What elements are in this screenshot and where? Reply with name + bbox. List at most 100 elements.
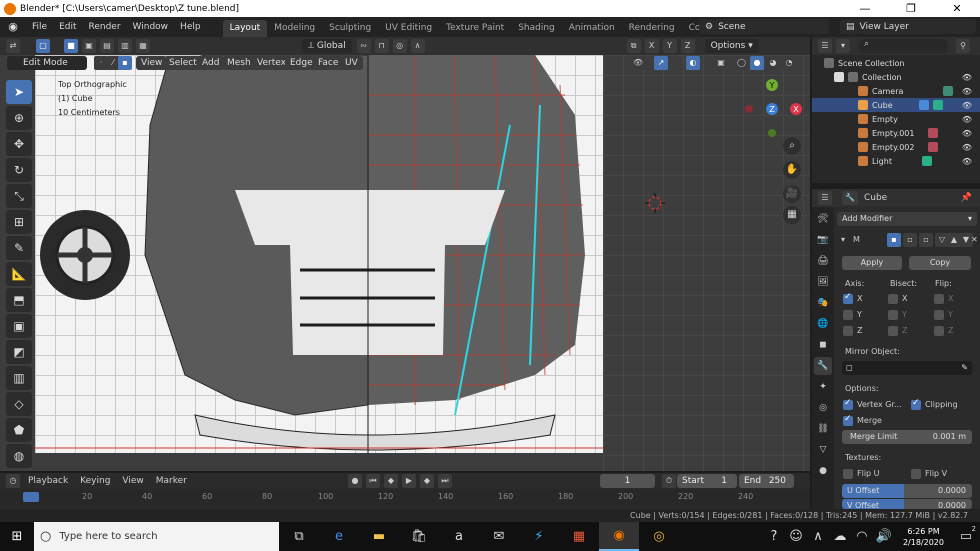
mirror-options-icon[interactable]: ⧉ (626, 39, 641, 53)
poly-build-tool-icon[interactable]: ⬟ (6, 418, 32, 442)
outliner-item-cube[interactable]: Cube 👁 (812, 98, 980, 112)
menu-add[interactable]: Add (197, 56, 225, 70)
bisect-z-checkbox[interactable] (888, 326, 898, 336)
file-explorer-icon[interactable]: ▬ (359, 522, 399, 551)
tab-output-icon[interactable]: 🖨 (814, 252, 832, 270)
store-icon[interactable]: 🛍 (399, 522, 439, 551)
app-icon[interactable]: ⚡ (519, 522, 559, 551)
select-mode-invert-icon[interactable]: ▥ (118, 39, 132, 53)
filter-display-icon[interactable]: ▾ (836, 39, 850, 53)
proportional-edit-icon[interactable]: ◎ (392, 39, 407, 53)
wifi-icon[interactable]: ◠ (851, 522, 873, 551)
playhead[interactable] (23, 492, 39, 502)
u-offset-field[interactable]: U Offset 0.0000 (842, 484, 972, 498)
show-in-editmode-icon[interactable]: ▪ (887, 233, 901, 247)
checkbox-icon[interactable] (834, 72, 844, 82)
properties-editor-icon[interactable]: ☰ (818, 191, 832, 205)
clipping-checkbox[interactable] (911, 398, 921, 410)
chrome-icon[interactable]: ◎ (639, 522, 679, 551)
menu-uv[interactable]: UV (340, 56, 363, 70)
xray-toggle-icon[interactable]: ▣ (714, 56, 728, 70)
3d-viewport[interactable]: Top Orthographic (1) Cube 10 Centimeters (0, 55, 810, 471)
tab-constraints-icon[interactable]: ⛓ (814, 420, 832, 438)
menu-marker[interactable]: Marker (150, 476, 193, 486)
rendered-shading-icon[interactable]: ◔ (782, 56, 796, 70)
flip-y-checkbox[interactable] (934, 310, 944, 320)
timeline-editor-icon[interactable]: ◷ (6, 474, 20, 488)
mesh-data-icon[interactable] (932, 100, 943, 110)
chevron-up-icon[interactable]: ∧ (807, 522, 829, 551)
notifications-icon[interactable]: ▭ 2 (952, 522, 980, 551)
gizmo-toggle-icon[interactable]: ↗ (654, 56, 668, 70)
tab-material-icon[interactable]: ● (814, 462, 832, 480)
eye-icon[interactable]: 👁 (962, 87, 972, 96)
tab-shading[interactable]: Shading (511, 20, 562, 37)
stopwatch-icon[interactable]: ⏱ (662, 474, 676, 488)
select-mode-new-icon[interactable]: ■ (64, 39, 78, 53)
flip-v-checkbox[interactable] (911, 469, 921, 479)
ortho-toggle-icon[interactable]: ▦ (783, 206, 801, 224)
add-modifier-dropdown[interactable]: Add Modifier ▾ (837, 212, 977, 226)
move-tool-icon[interactable]: ✥ (6, 132, 32, 156)
bisect-x-checkbox[interactable] (888, 294, 898, 304)
annotate-tool-icon[interactable]: ✎ (6, 236, 32, 260)
outliner-item-light[interactable]: Light 👁 (812, 154, 980, 168)
tab-world-icon[interactable]: 🌐 (814, 315, 832, 333)
outliner-item-empty-002[interactable]: Empty.002 👁 (812, 140, 980, 154)
extrude-tool-icon[interactable]: ⬒ (6, 288, 32, 312)
view-layer-selector[interactable]: ▤ View Layer (840, 19, 976, 34)
eye-icon[interactable]: 👁 (962, 101, 972, 110)
menu-edit[interactable]: Edit (53, 22, 82, 32)
tab-modifiers-icon[interactable]: 🔧 (814, 357, 832, 375)
transform-orientation-dropdown[interactable]: ⟂ Global (302, 39, 352, 53)
prev-key-icon[interactable]: ◆ (384, 474, 398, 488)
merge-checkbox[interactable] (843, 414, 853, 426)
copy-button[interactable]: Copy (909, 256, 971, 270)
mode-selector[interactable]: Edit Mode (7, 56, 87, 70)
eye-icon[interactable]: 👁 (962, 143, 972, 152)
menu-help[interactable]: Help (174, 22, 207, 32)
loop-cut-tool-icon[interactable]: ▥ (6, 366, 32, 390)
taskbar-search-box[interactable]: ○ Type here to search (34, 522, 279, 551)
tab-animation[interactable]: Animation (562, 20, 622, 37)
select-tool-icon[interactable]: ➤ (6, 80, 32, 104)
people-icon[interactable]: ☺ (785, 522, 807, 551)
scale-tool-icon[interactable]: ⤡ (6, 184, 32, 208)
jump-end-icon[interactable]: ⏭ (438, 474, 452, 488)
camera-data-icon[interactable] (943, 86, 954, 96)
eye-icon[interactable]: 👁 (962, 157, 972, 166)
show-in-viewport-icon[interactable]: ▫ (903, 233, 917, 247)
overlays-toggle-icon[interactable]: ◐ (686, 56, 700, 70)
visibility-icon[interactable]: 👁 (630, 56, 647, 70)
amazon-icon[interactable]: a (439, 522, 479, 551)
menu-file[interactable]: File (26, 22, 53, 32)
inset-tool-icon[interactable]: ▣ (6, 314, 32, 338)
mail-icon[interactable]: ✉ (479, 522, 519, 551)
menu-timeline-view[interactable]: View (116, 476, 149, 486)
snap-icon[interactable]: ⊓ (374, 39, 389, 53)
start-frame-field[interactable]: Start 1 (677, 474, 737, 488)
eye-icon[interactable]: 👁 (962, 73, 972, 82)
tab-particles-icon[interactable]: ✦ (814, 378, 832, 396)
record-icon[interactable]: ● (348, 474, 362, 488)
menu-window[interactable]: Window (127, 22, 175, 32)
eyedropper-icon[interactable]: ✎ (961, 361, 968, 375)
flip-u-checkbox[interactable] (843, 469, 853, 479)
end-frame-field[interactable]: End 250 (739, 474, 794, 488)
zoom-icon[interactable]: ⌕ (783, 137, 801, 155)
knife-tool-icon[interactable]: ◇ (6, 392, 32, 416)
cursor-tool-icon[interactable]: ⊕ (6, 106, 32, 130)
image-data-icon[interactable] (928, 142, 939, 152)
eye-icon[interactable]: 👁 (962, 115, 972, 124)
play-icon[interactable]: ▶ (402, 474, 416, 488)
tab-texture-paint[interactable]: Texture Paint (439, 20, 511, 37)
outliner-item-empty-001[interactable]: Empty.001 👁 (812, 126, 980, 140)
options-dropdown[interactable]: Options ▾ (704, 39, 759, 53)
menu-keying[interactable]: Keying (74, 476, 116, 486)
tab-layout[interactable]: Layout (222, 20, 268, 37)
menu-face[interactable]: Face (313, 56, 344, 70)
timeline-ruler[interactable]: 0 20 40 60 80 100 120 140 160 180 200 22… (0, 489, 810, 509)
volume-icon[interactable]: 🔊 (873, 522, 895, 551)
face-select-icon[interactable]: ▪ (118, 56, 132, 70)
office-icon[interactable]: ▦ (559, 522, 599, 551)
